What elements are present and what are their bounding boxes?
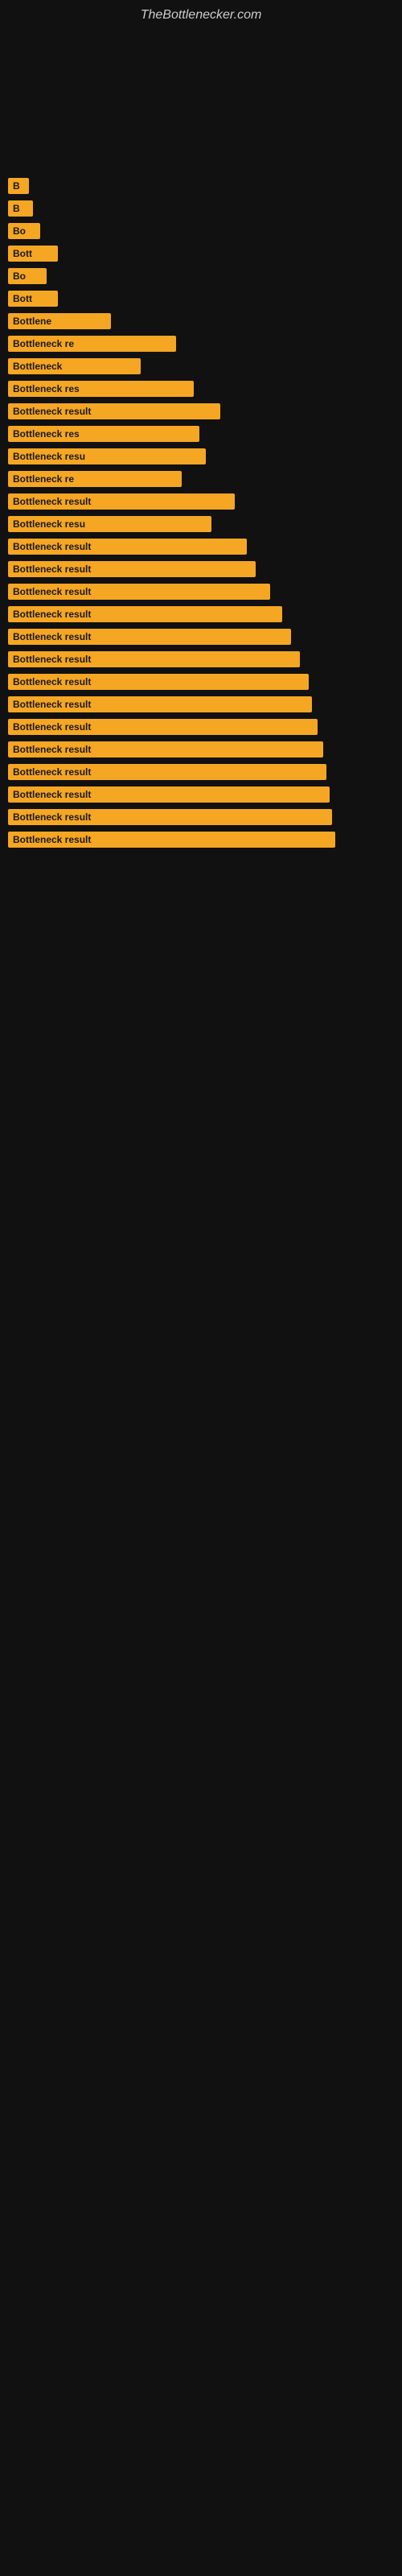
bar-row bbox=[8, 88, 394, 104]
bar-row: Bottleneck result bbox=[8, 832, 394, 848]
bar-row: Bottleneck result bbox=[8, 719, 394, 735]
bar-row: Bottleneck re bbox=[8, 471, 394, 487]
bar-label: Bottleneck result bbox=[8, 561, 256, 577]
bar-row: Bottleneck result bbox=[8, 786, 394, 803]
bar-label: Bottleneck result bbox=[8, 674, 309, 690]
bars-container: BB Bo Bott Bo Bott Bottlene Bottleneck re Bottl… bbox=[0, 27, 402, 862]
bar-row: Bottleneck result bbox=[8, 696, 394, 712]
bar-row bbox=[8, 43, 394, 59]
bar-row bbox=[8, 133, 394, 149]
bar-label: Bottleneck result bbox=[8, 539, 247, 555]
bar-row: Bottlene bbox=[8, 313, 394, 329]
bar-row: Bottleneck result bbox=[8, 629, 394, 645]
bar-label: Bottleneck result bbox=[8, 651, 300, 667]
bar-row: Bottleneck result bbox=[8, 493, 394, 510]
bar-label: Bottlene bbox=[8, 313, 111, 329]
bar-label: B bbox=[8, 178, 29, 194]
bar-row: Bo bbox=[8, 223, 394, 239]
bar-row: Bottleneck result bbox=[8, 403, 394, 419]
bar-label: Bottleneck re bbox=[8, 471, 182, 487]
bar-row: Bottleneck resu bbox=[8, 516, 394, 532]
bar-row: Bottleneck resu bbox=[8, 448, 394, 464]
bar-row bbox=[8, 110, 394, 126]
bar-label: Bottleneck result bbox=[8, 719, 318, 735]
bar-label: Bottleneck res bbox=[8, 426, 199, 442]
bar-row bbox=[8, 155, 394, 171]
bar-label: B bbox=[8, 200, 33, 217]
bar-row: Bott bbox=[8, 291, 394, 307]
bar-label: Bo bbox=[8, 223, 40, 239]
site-title: TheBottlenecker.com bbox=[0, 0, 402, 27]
bar-label: Bottleneck result bbox=[8, 584, 270, 600]
bar-row: Bottleneck result bbox=[8, 561, 394, 577]
bar-label: Bott bbox=[8, 291, 58, 307]
bar-row: Bottleneck res bbox=[8, 426, 394, 442]
bar-row: Bottleneck bbox=[8, 358, 394, 374]
bar-label: Bottleneck bbox=[8, 358, 141, 374]
bar-label: Bottleneck result bbox=[8, 832, 335, 848]
bar-row: Bottleneck result bbox=[8, 741, 394, 758]
bar-row: Bottleneck result bbox=[8, 809, 394, 825]
bar-label: Bottleneck result bbox=[8, 696, 312, 712]
bar-row: B bbox=[8, 200, 394, 217]
bar-row: Bo bbox=[8, 268, 394, 284]
bar-row: B bbox=[8, 178, 394, 194]
bar-row bbox=[8, 65, 394, 81]
bar-row: Bottleneck result bbox=[8, 764, 394, 780]
bar-label: Bottleneck res bbox=[8, 381, 194, 397]
bar-row: Bott bbox=[8, 246, 394, 262]
bar-label: Bottleneck result bbox=[8, 809, 332, 825]
bar-row: Bottleneck re bbox=[8, 336, 394, 352]
bar-row: Bottleneck result bbox=[8, 539, 394, 555]
bar-row: Bottleneck result bbox=[8, 651, 394, 667]
bar-label: Bottleneck result bbox=[8, 741, 323, 758]
bar-label: Bottleneck result bbox=[8, 786, 330, 803]
bar-label: Bo bbox=[8, 268, 47, 284]
bar-row: Bottleneck result bbox=[8, 584, 394, 600]
bar-label: Bottleneck result bbox=[8, 629, 291, 645]
bar-label: Bottleneck result bbox=[8, 493, 235, 510]
bar-label: Bottleneck resu bbox=[8, 516, 211, 532]
bar-label: Bottleneck resu bbox=[8, 448, 206, 464]
bar-row: Bottleneck result bbox=[8, 674, 394, 690]
bar-label: Bottleneck result bbox=[8, 606, 282, 622]
bar-row: Bottleneck result bbox=[8, 606, 394, 622]
bar-label: Bott bbox=[8, 246, 58, 262]
bar-label: Bottleneck result bbox=[8, 764, 326, 780]
bar-label: Bottleneck result bbox=[8, 403, 220, 419]
bar-row: Bottleneck res bbox=[8, 381, 394, 397]
bar-label: Bottleneck re bbox=[8, 336, 176, 352]
